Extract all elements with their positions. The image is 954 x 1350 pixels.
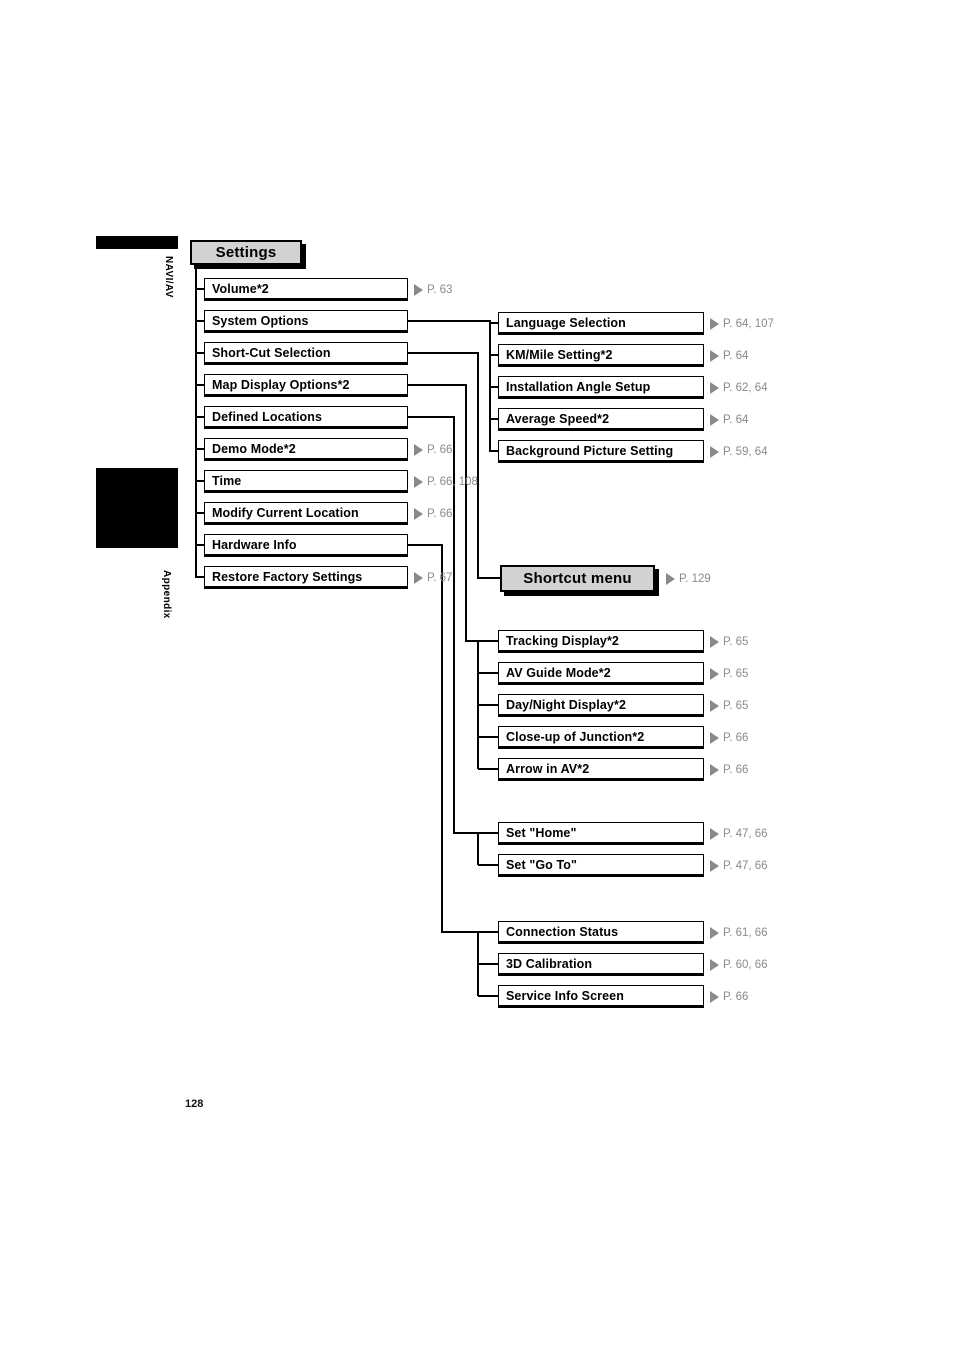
menu-item-set-home[interactable]: Set "Home" (498, 822, 704, 845)
page-ref-text: P. 66, 108 (427, 475, 478, 488)
page-ref-text: P. 67 (427, 571, 453, 584)
side-tab-navi-av-label: NAVI/AV (163, 256, 174, 298)
menu-item-system-options[interactable]: System Options (204, 310, 408, 333)
page-ref-text: P. 59, 64 (723, 445, 768, 458)
page-ref-text: P. 64, 107 (723, 317, 774, 330)
settings-heading-chip[interactable]: Settings (190, 240, 302, 265)
page-ref-close-up-of-junction: P. 66 (710, 726, 748, 749)
page-ref-text: P. 61, 66 (723, 926, 768, 939)
menu-item-connection-status[interactable]: Connection Status (498, 921, 704, 944)
triangle-icon (710, 827, 719, 840)
triangle-icon (710, 763, 719, 776)
menu-item-map-display-options[interactable]: Map Display Options*2 (204, 374, 408, 397)
page-ref-demo-mode: P. 66 (414, 438, 452, 461)
page-ref-shortcut-menu: P. 129 (666, 567, 711, 590)
page-ref-background-picture-setting: P. 59, 64 (710, 440, 768, 463)
page-ref-text: P. 65 (723, 635, 749, 648)
page-ref-text: P. 65 (723, 699, 749, 712)
triangle-icon (414, 571, 423, 584)
menu-item-close-up-of-junction[interactable]: Close-up of Junction*2 (498, 726, 704, 749)
menu-item-volume[interactable]: Volume*2 (204, 278, 408, 301)
triangle-icon (710, 349, 719, 362)
triangle-icon (710, 699, 719, 712)
page-ref-set-go-to: P. 47, 66 (710, 854, 768, 877)
menu-item-service-info-screen[interactable]: Service Info Screen (498, 985, 704, 1008)
page-ref-km-mile-setting: P. 64 (710, 344, 748, 367)
page-ref-connection-status: P. 61, 66 (710, 921, 768, 944)
triangle-icon (666, 572, 675, 585)
menu-item-day-night-display[interactable]: Day/Night Display*2 (498, 694, 704, 717)
menu-item-av-guide-mode[interactable]: AV Guide Mode*2 (498, 662, 704, 685)
menu-item-set-go-to[interactable]: Set "Go To" (498, 854, 704, 877)
menu-item-defined-locations[interactable]: Defined Locations (204, 406, 408, 429)
page-ref-arrow-in-av: P. 66 (710, 758, 748, 781)
page-ref-text: P. 64 (723, 413, 749, 426)
triangle-icon (710, 859, 719, 872)
page-ref-installation-angle-setup: P. 62, 64 (710, 376, 768, 399)
menu-item-km-mile-setting[interactable]: KM/Mile Setting*2 (498, 344, 704, 367)
menu-item-language-selection[interactable]: Language Selection (498, 312, 704, 335)
page-ref-set-home: P. 47, 66 (710, 822, 768, 845)
triangle-icon (710, 317, 719, 330)
page-ref-text: P. 47, 66 (723, 859, 768, 872)
page-ref-3d-calibration: P. 60, 66 (710, 953, 768, 976)
page-ref-average-speed: P. 64 (710, 408, 748, 431)
menu-item-3d-calibration[interactable]: 3D Calibration (498, 953, 704, 976)
triangle-icon (710, 926, 719, 939)
menu-item-restore-factory-settings[interactable]: Restore Factory Settings (204, 566, 408, 589)
menu-item-tracking-display[interactable]: Tracking Display*2 (498, 630, 704, 653)
menu-item-background-picture-setting[interactable]: Background Picture Setting (498, 440, 704, 463)
page-ref-text: P. 66 (427, 507, 453, 520)
triangle-icon (710, 381, 719, 394)
page-number: 128 (185, 1098, 204, 1110)
menu-item-time[interactable]: Time (204, 470, 408, 493)
triangle-icon (414, 507, 423, 520)
page-ref-text: P. 62, 64 (723, 381, 768, 394)
triangle-icon (414, 283, 423, 296)
menu-item-average-speed[interactable]: Average Speed*2 (498, 408, 704, 431)
triangle-icon (414, 475, 423, 488)
page-ref-restore-factory-settings: P. 67 (414, 566, 452, 589)
page-ref-text: P. 66 (723, 990, 749, 1003)
menu-item-short-cut-selection[interactable]: Short-Cut Selection (204, 342, 408, 365)
page-ref-text: P. 129 (679, 572, 711, 585)
page-ref-volume: P. 63 (414, 278, 452, 301)
triangle-icon (710, 413, 719, 426)
triangle-icon (414, 443, 423, 456)
triangle-icon (710, 445, 719, 458)
page-ref-tracking-display: P. 65 (710, 630, 748, 653)
side-tab-appendix-bar (96, 468, 178, 548)
page-ref-text: P. 66 (723, 731, 749, 744)
menu-item-modify-current-location[interactable]: Modify Current Location (204, 502, 408, 525)
page-ref-language-selection: P. 64, 107 (710, 312, 774, 335)
triangle-icon (710, 667, 719, 680)
triangle-icon (710, 635, 719, 648)
connector-lines (195, 266, 500, 997)
shortcut-menu-heading-chip[interactable]: Shortcut menu (500, 565, 655, 592)
page-ref-text: P. 60, 66 (723, 958, 768, 971)
side-tab-appendix-label: Appendix (161, 570, 172, 619)
page-ref-text: P. 66 (723, 763, 749, 776)
menu-item-demo-mode[interactable]: Demo Mode*2 (204, 438, 408, 461)
page-ref-text: P. 66 (427, 443, 453, 456)
page-ref-time: P. 66, 108 (414, 470, 478, 493)
page-ref-av-guide-mode: P. 65 (710, 662, 748, 685)
page-ref-day-night-display: P. 65 (710, 694, 748, 717)
page-ref-text: P. 47, 66 (723, 827, 768, 840)
triangle-icon (710, 958, 719, 971)
page-ref-modify-current-location: P. 66 (414, 502, 452, 525)
manual-page: NAVI/AV Appendix Settings Volume*2 Syste… (0, 0, 954, 1350)
page-ref-text: P. 65 (723, 667, 749, 680)
triangle-icon (710, 990, 719, 1003)
menu-item-hardware-info[interactable]: Hardware Info (204, 534, 408, 557)
page-ref-service-info-screen: P. 66 (710, 985, 748, 1008)
menu-item-installation-angle-setup[interactable]: Installation Angle Setup (498, 376, 704, 399)
side-tab-navi-av-bar (96, 236, 178, 249)
menu-item-arrow-in-av[interactable]: Arrow in AV*2 (498, 758, 704, 781)
triangle-icon (710, 731, 719, 744)
page-ref-text: P. 63 (427, 283, 453, 296)
page-ref-text: P. 64 (723, 349, 749, 362)
